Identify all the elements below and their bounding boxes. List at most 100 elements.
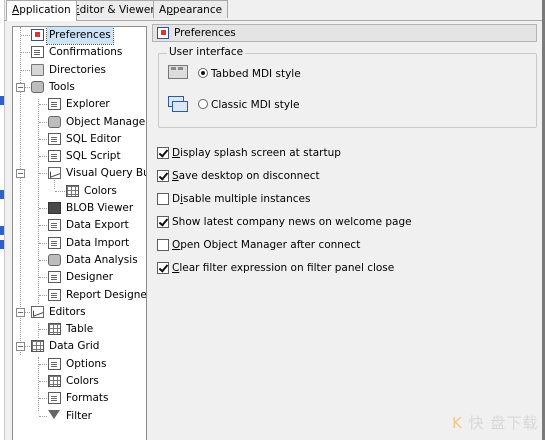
collapse-toggle[interactable]: − (16, 169, 25, 179)
tree-item-label: Report Designer (66, 288, 147, 301)
tree-item-data-export[interactable]: Data Export (13, 217, 146, 234)
tree-connector (21, 69, 30, 71)
checkbox[interactable] (157, 147, 169, 159)
colors-icon (66, 184, 79, 197)
tree-connector (39, 208, 47, 209)
tab-editor-viewers-label: Editor & Viewers (73, 4, 161, 16)
checkbox[interactable] (157, 193, 169, 205)
tree-connector (39, 104, 47, 106)
tree-item-label: Options (66, 357, 107, 370)
tree-item-confirmations[interactable]: Confirmations (13, 44, 146, 61)
tree-item-sql-editor[interactable]: SQL Editor (13, 131, 146, 148)
tree-item-colors[interactable]: Colors (13, 373, 146, 390)
tab-editor-viewers[interactable]: Editor & Viewers (67, 0, 167, 18)
tree-item-label: Object Manager (66, 115, 147, 128)
checkbox[interactable] (157, 170, 169, 182)
tree-item-report-designer[interactable]: Report Designer (13, 287, 146, 304)
tools-icon (31, 80, 44, 93)
tree-item-label: Visual Query Build (66, 167, 146, 180)
tab-appearance[interactable]: Appearance (153, 0, 229, 18)
tree-connector (21, 52, 30, 54)
tree-connector (21, 35, 30, 36)
designer-icon (48, 271, 61, 284)
checkbox[interactable] (157, 239, 169, 251)
tree-connector (39, 156, 47, 158)
object-manager-icon (48, 115, 61, 128)
tab-bar: Application Editor & Viewers Appearance (4, 0, 542, 21)
tree-item-label: SQL Editor (66, 132, 122, 145)
options-tree: Preferences Confirmations Directories − Tool… (12, 26, 147, 440)
sql-script-icon (48, 150, 61, 163)
tree-item-blob-viewer[interactable]: BLOB Viewer (13, 200, 146, 217)
tab-application[interactable]: Application (6, 0, 77, 21)
checkbox[interactable] (157, 262, 169, 274)
tree-item-sql-script[interactable]: SQL Script (13, 148, 146, 165)
tree-item-label: Colors (84, 184, 117, 197)
tree-item-designer[interactable]: Designer (13, 269, 146, 286)
tree-item-tools[interactable]: − Tools (13, 79, 146, 96)
tree-connector (39, 415, 47, 417)
section-header: Preferences (152, 24, 537, 42)
tree-item-colors[interactable]: Colors (13, 183, 146, 200)
tree-item-data-analysis[interactable]: Data Analysis (13, 252, 146, 269)
tree-item-formats[interactable]: Formats (13, 390, 146, 407)
checkbox-label: Save desktop on disconnect (172, 170, 320, 182)
tree-connector (39, 225, 47, 227)
tree-item-options[interactable]: Options (13, 356, 146, 373)
explorer-icon (48, 98, 61, 111)
tree-connector (39, 242, 47, 244)
tree-item-label: Formats (66, 392, 109, 405)
tree-item-label: Confirmations (49, 46, 123, 59)
tree-item-object-manager[interactable]: Object Manager (13, 114, 146, 131)
checkbox-label: Show latest company news on welcome page (172, 216, 412, 228)
colors-icon (48, 375, 61, 387)
data-grid-icon (31, 340, 44, 353)
tree-item-label: Data Import (66, 236, 130, 249)
blob-viewer-icon (48, 202, 61, 214)
visual-query-builder-icon (48, 167, 61, 180)
tree-item-directories[interactable]: Directories (13, 62, 146, 79)
tree-item-label: Preferences (46, 27, 114, 45)
options-icon (48, 357, 61, 370)
tree-connector (39, 138, 47, 140)
tree-item-table[interactable]: Table (13, 321, 146, 338)
tree-connector (55, 190, 65, 192)
checkbox[interactable] (157, 216, 169, 228)
tree-connector (39, 121, 47, 123)
collapse-toggle[interactable]: − (16, 342, 25, 352)
filter-icon (48, 409, 60, 419)
tree-connector (39, 259, 47, 261)
classic-mdi-label: Classic MDI style (211, 99, 300, 111)
tabbed-mdi-radio[interactable] (198, 68, 208, 78)
tree-connector (39, 381, 47, 382)
tree-item-preferences[interactable]: Preferences (13, 27, 146, 45)
tree-item-filter[interactable]: Filter (13, 408, 146, 425)
watermark-logo: K 快 盘下载 (452, 414, 539, 432)
tree-connector (39, 398, 47, 400)
tree-item-data-import[interactable]: Data Import (13, 235, 146, 252)
tree-item-label: Colors (66, 375, 99, 387)
tree-item-label: Editors (49, 305, 86, 318)
collapse-toggle[interactable]: − (16, 307, 25, 317)
tree-item-label: Data Analysis (66, 253, 138, 266)
tree-item-label: Tools (49, 80, 75, 93)
tree-item-label: BLOB Viewer (66, 202, 134, 214)
tree-item-label: Designer (66, 271, 114, 284)
data-import-icon (48, 236, 61, 249)
tabbed-mdi-label: Tabbed MDI style (211, 68, 301, 80)
tree-item-editors[interactable]: − Editors (13, 304, 146, 321)
background-window-edge (0, 0, 5, 440)
classic-mdi-icon (168, 96, 188, 112)
tree-connector (39, 173, 47, 175)
tree-item-visual-query-build[interactable]: − Visual Query Build (13, 165, 146, 182)
tree-item-label: Table (66, 323, 94, 336)
preferences-icon (31, 29, 44, 41)
tree-item-label: Explorer (66, 98, 110, 111)
directories-icon (31, 63, 44, 76)
tree-connector (39, 294, 47, 296)
tree-item-data-grid[interactable]: − Data Grid (13, 338, 146, 355)
report-designer-icon (48, 288, 61, 301)
tree-item-explorer[interactable]: Explorer (13, 96, 146, 113)
classic-mdi-radio[interactable] (198, 99, 208, 109)
collapse-toggle[interactable]: − (16, 82, 25, 92)
